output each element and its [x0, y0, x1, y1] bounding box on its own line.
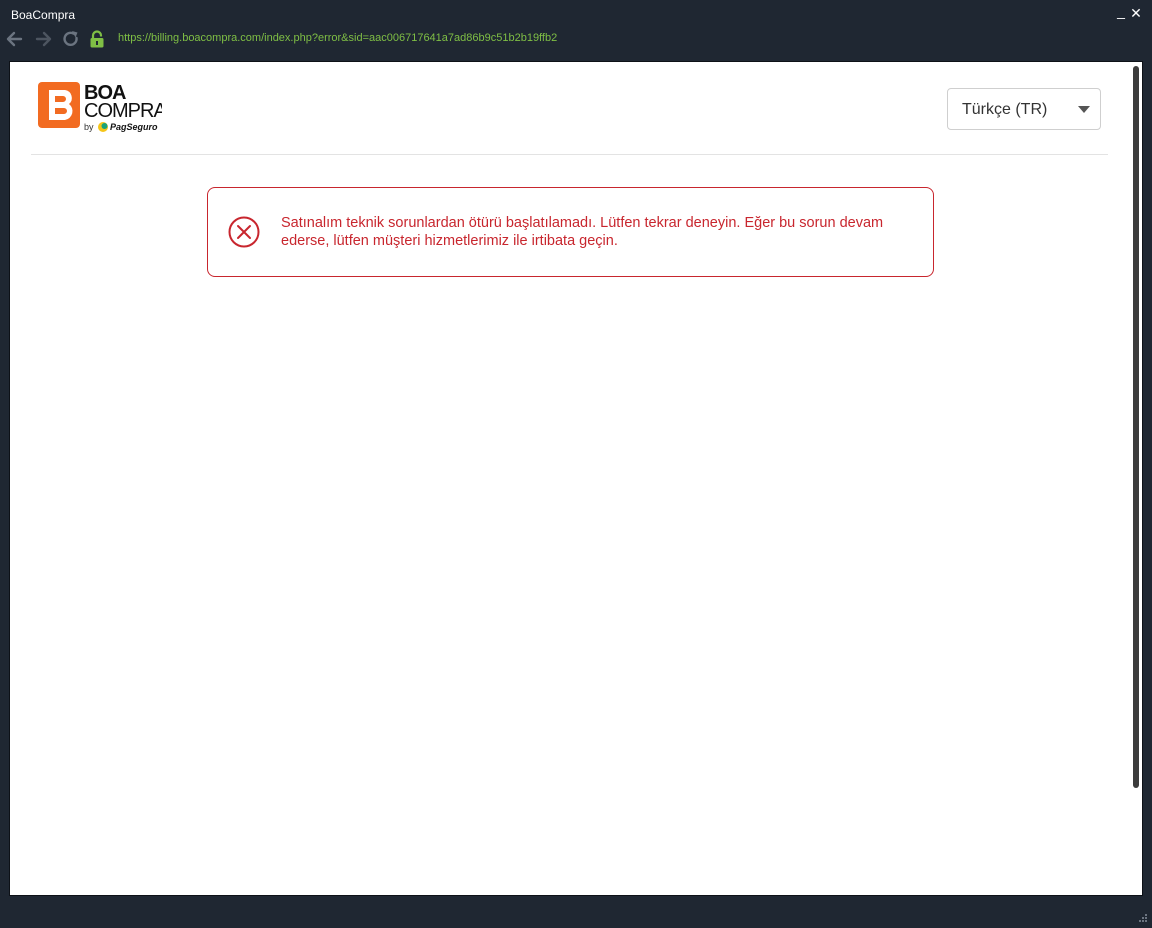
back-arrow-icon[interactable] — [4, 29, 24, 49]
page-content: BOA COMPRA by PagSeguro Türkçe (TR) Satı… — [9, 61, 1143, 896]
address-bar-url[interactable]: https://billing.boacompra.com/index.php?… — [118, 32, 557, 45]
error-message: Satınalım teknik sorunlardan ötürü başla… — [281, 215, 884, 249]
logo-partner: PagSeguro — [110, 122, 158, 132]
language-select[interactable]: Türkçe (TR) — [947, 88, 1101, 130]
close-button[interactable]: ✕ — [1129, 6, 1143, 20]
chevron-down-icon — [1078, 106, 1090, 113]
error-circle-x-icon — [228, 216, 260, 248]
browser-window: BoaCompra _ ✕ https://billing.boacompra.… — [0, 0, 1152, 924]
minimize-button[interactable]: _ — [1114, 4, 1128, 18]
language-select-value: Türkçe (TR) — [962, 101, 1048, 118]
forward-arrow-icon[interactable] — [34, 29, 54, 49]
header-divider — [31, 154, 1108, 155]
title-bar: BoaCompra _ ✕ — [0, 0, 1152, 28]
logo-by: by — [84, 122, 94, 132]
boacompra-logo: BOA COMPRA by PagSeguro — [38, 82, 168, 134]
reload-icon[interactable] — [61, 29, 81, 49]
logo-line2: COMPRA — [84, 100, 162, 122]
window-title: BoaCompra — [11, 8, 76, 22]
scrollbar-thumb[interactable] — [1133, 66, 1139, 788]
resize-grip-icon[interactable] — [1138, 910, 1148, 922]
navigation-bar: https://billing.boacompra.com/index.php?… — [0, 28, 1152, 50]
lock-icon — [87, 29, 107, 49]
error-alert: Satınalım teknik sorunlardan ötürü başla… — [207, 187, 934, 277]
